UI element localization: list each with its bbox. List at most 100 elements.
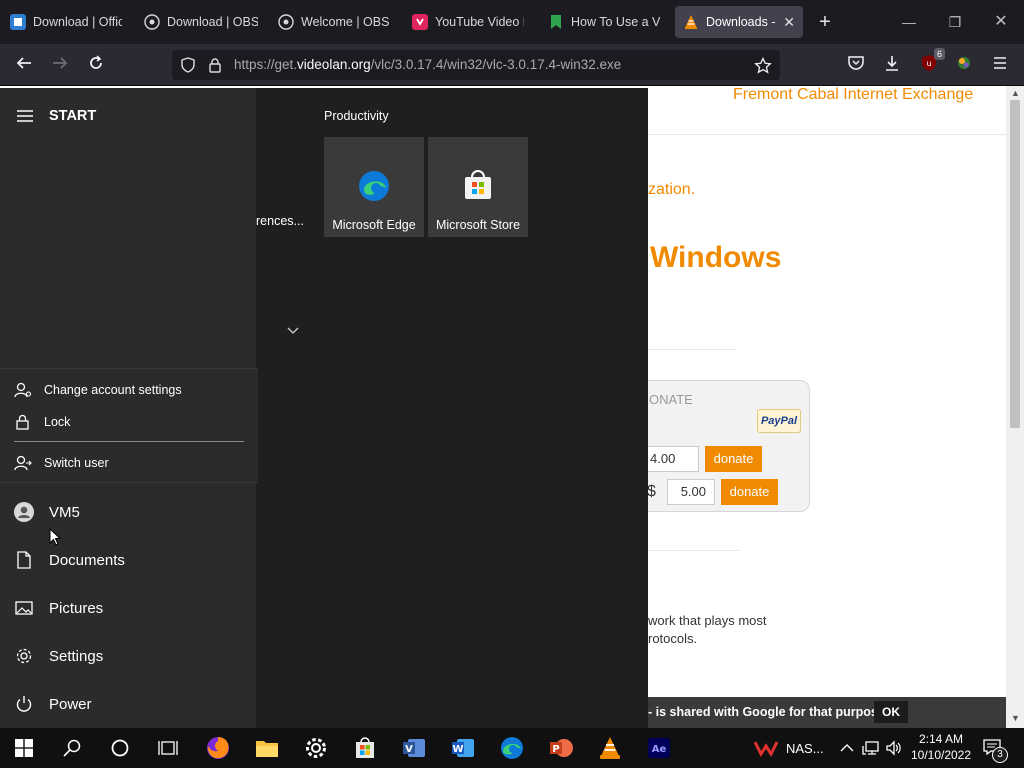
- taskbar-visio[interactable]: V: [394, 733, 434, 763]
- cookie-ok-button[interactable]: OK: [874, 701, 908, 723]
- rail-label: Settings: [49, 647, 104, 665]
- forward-arrow-icon: [53, 57, 68, 69]
- new-tab-button[interactable]: +: [814, 12, 836, 34]
- taskbar-powerpoint[interactable]: P: [541, 733, 581, 763]
- tab-downloads-vlc[interactable]: Downloads - V ✕: [675, 6, 803, 38]
- reload-button[interactable]: [84, 54, 108, 76]
- user-avatar-icon: [14, 502, 34, 522]
- address-bar[interactable]: https://get.videolan.org/vlc/3.0.17.4/wi…: [172, 50, 780, 80]
- task-view-button[interactable]: [148, 733, 188, 763]
- restore-button[interactable]: ❐: [940, 10, 970, 34]
- taskbar-store[interactable]: [345, 733, 385, 763]
- rail-power[interactable]: Power: [14, 688, 92, 720]
- bookmark-star-icon[interactable]: [754, 57, 772, 75]
- back-button[interactable]: [12, 54, 36, 76]
- svg-text:Ae: Ae: [652, 744, 667, 755]
- switch-user-item[interactable]: Switch user: [14, 451, 109, 475]
- close-window-button[interactable]: ✕: [986, 10, 1016, 34]
- tab-youtube-downloader[interactable]: YouTube Video D: [404, 6, 532, 38]
- start-left-rail: START Change account settings Lock Switc…: [0, 88, 258, 728]
- network-button[interactable]: [862, 728, 880, 768]
- tab-title: How To Use a Vid: [571, 15, 660, 29]
- svg-text:P: P: [552, 744, 559, 755]
- organization-text: zation.: [648, 181, 696, 198]
- rail-user-account[interactable]: VM5: [14, 496, 80, 528]
- rail-settings[interactable]: Settings: [14, 640, 103, 672]
- show-hidden-icons-button[interactable]: [840, 728, 854, 768]
- minimize-button[interactable]: —: [894, 10, 924, 34]
- tab-title: Download | Offic: [33, 15, 122, 29]
- divider: [648, 349, 736, 350]
- rail-label: Pictures: [49, 599, 104, 617]
- firefox-icon: [207, 737, 229, 759]
- close-tab-icon[interactable]: ✕: [783, 14, 795, 31]
- downloads-button[interactable]: [880, 54, 904, 76]
- tab-obs-download[interactable]: Download | OBS: [136, 6, 266, 38]
- taskbar-file-explorer[interactable]: [247, 733, 287, 763]
- chevron-up-icon: [840, 744, 854, 752]
- rail-label: Power: [49, 695, 92, 713]
- tile-microsoft-edge[interactable]: Microsoft Edge: [324, 137, 424, 237]
- taskbar-vlc[interactable]: [590, 733, 630, 763]
- cortana-button[interactable]: [100, 733, 140, 763]
- tab-obs-welcome[interactable]: Welcome | OBS: [270, 6, 400, 38]
- clock-time: 2:14 AM: [918, 732, 964, 746]
- cookie-banner: - is shared with Google for that purpose…: [648, 697, 1006, 728]
- volume-button[interactable]: [885, 728, 903, 768]
- taskbar-firefox[interactable]: [198, 733, 238, 763]
- pictures-icon: [14, 598, 34, 618]
- action-center-button[interactable]: 3: [980, 736, 1010, 763]
- description-line: work that plays most: [648, 613, 767, 628]
- tab-how-to[interactable]: How To Use a Vid: [540, 6, 668, 38]
- network-icon: [862, 741, 879, 755]
- tracking-protection-icon[interactable]: [180, 57, 196, 73]
- paypal-logo[interactable]: PayPal: [757, 409, 801, 433]
- pocket-icon: [848, 56, 864, 70]
- clock[interactable]: 2:14 AM 10/10/2022: [908, 731, 974, 763]
- gear-icon: [306, 738, 326, 758]
- taskbar-settings[interactable]: [296, 733, 336, 763]
- svg-text:W: W: [452, 744, 463, 755]
- scroll-up-icon[interactable]: ▲: [1011, 88, 1020, 98]
- vlc-icon: [600, 737, 620, 759]
- chevron-down-icon[interactable]: [287, 322, 299, 340]
- tile-microsoft-store[interactable]: Microsoft Store: [428, 137, 528, 237]
- scrollbar-thumb[interactable]: [1010, 100, 1020, 428]
- lock-item[interactable]: Lock: [14, 410, 70, 434]
- taskbar-after-effects[interactable]: Ae: [639, 733, 679, 763]
- youtube-downloader-icon: [412, 14, 428, 30]
- url-domain: videolan.org: [297, 57, 371, 72]
- donate-amount-input[interactable]: 4.00: [648, 446, 699, 472]
- page-scrollbar[interactable]: ▲ ▼: [1006, 86, 1024, 728]
- scroll-down-icon[interactable]: ▼: [1011, 713, 1020, 723]
- taskbar-edge[interactable]: [492, 733, 532, 763]
- obs-icon: [144, 14, 160, 30]
- start-button[interactable]: [4, 733, 44, 763]
- mirror-link[interactable]: Fremont Cabal Internet Exchange: [733, 86, 973, 104]
- reload-icon: [90, 55, 102, 69]
- expand-menu-button[interactable]: [16, 109, 34, 128]
- app-menu-button[interactable]: [988, 54, 1012, 76]
- tray-app-label: NAS...: [786, 740, 824, 756]
- rail-documents[interactable]: Documents: [14, 544, 125, 576]
- lock-icon[interactable]: [208, 57, 222, 73]
- search-button[interactable]: [52, 733, 92, 763]
- tab-office[interactable]: Download | Offic: [2, 6, 130, 38]
- donate-button[interactable]: donate: [705, 446, 762, 472]
- change-account-settings-item[interactable]: Change account settings: [14, 378, 182, 402]
- rail-pictures[interactable]: Pictures: [14, 592, 103, 624]
- forward-button[interactable]: [48, 54, 72, 76]
- app-list-item-partial[interactable]: rences...: [256, 214, 304, 228]
- tray-app[interactable]: NAS...: [754, 728, 824, 768]
- donate-button[interactable]: donate: [721, 479, 778, 505]
- donate-amount-input[interactable]: 5.00: [667, 479, 715, 505]
- menu-label: Lock: [44, 415, 71, 429]
- url-prefix: https://get.: [234, 57, 298, 72]
- extension-button[interactable]: [952, 54, 976, 76]
- switch-user-icon: [14, 455, 32, 471]
- pocket-button[interactable]: [844, 54, 868, 76]
- ublock-extension-button[interactable]: u 6: [917, 48, 945, 76]
- divider: [648, 134, 1006, 135]
- donate-box: ONATE PayPal 4.00 donate $ 5.00 donate: [648, 380, 810, 512]
- taskbar-word[interactable]: W: [443, 733, 483, 763]
